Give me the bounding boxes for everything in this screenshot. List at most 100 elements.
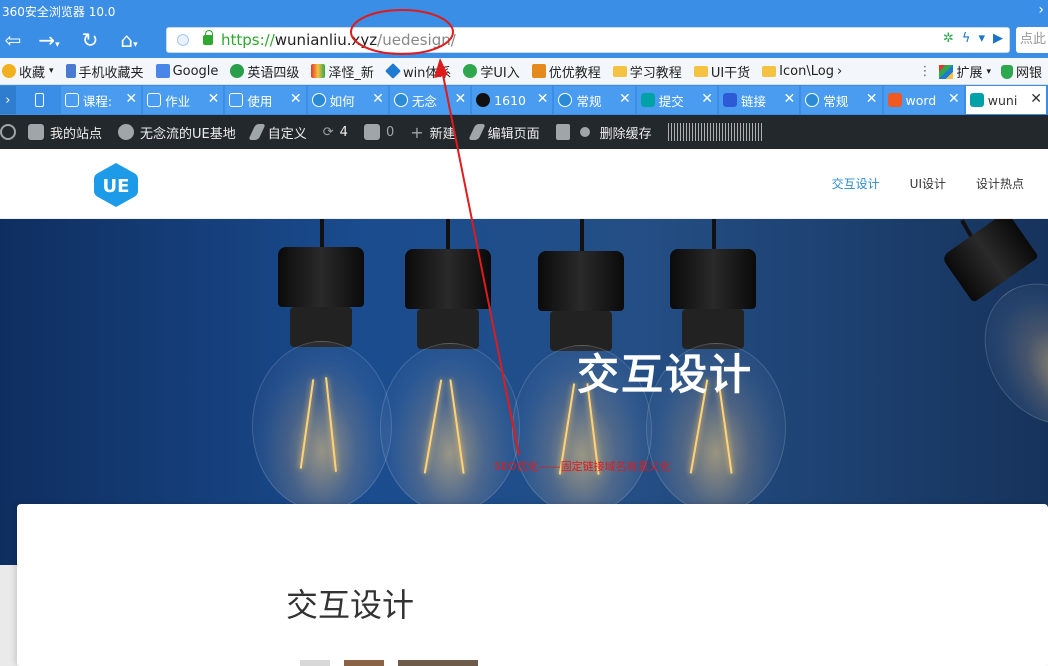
tab-label: 1610	[494, 92, 526, 108]
tab-label: 链接	[740, 93, 766, 109]
chevron-down-icon[interactable]: ▾	[986, 67, 991, 77]
close-icon[interactable]: ✕	[454, 91, 466, 107]
site-header: UE 交互设计 UI设计 设计热点	[0, 149, 1048, 219]
more-icon[interactable]: ⋮	[918, 64, 931, 79]
site-name-menu[interactable]: 无念流的UE基地	[118, 123, 236, 142]
updates-link[interactable]: ⟳ 4	[323, 125, 348, 140]
nav-design-hotspots[interactable]: 设计热点	[976, 175, 1024, 192]
nav-interaction-design[interactable]: 交互设计	[832, 175, 880, 192]
phone-icon	[65, 64, 76, 78]
close-icon[interactable]: ✕	[619, 91, 631, 107]
tab[interactable]: 无念 ✕	[389, 86, 471, 114]
search-input[interactable]: 点此	[1016, 27, 1048, 53]
bookmark-item[interactable]: 英语四级	[230, 62, 299, 81]
tab-label: 使用	[247, 93, 273, 109]
tab-site-icon	[229, 93, 244, 107]
tab[interactable]: 链接 ✕	[718, 86, 800, 114]
tab[interactable]: 常规 ✕	[801, 86, 882, 114]
bookmark-item[interactable]: 优优教程	[531, 62, 601, 81]
tab-label: 课程:	[82, 93, 113, 109]
bookmark-favorites[interactable]: 收藏 ▾	[2, 62, 54, 81]
thumbnail[interactable]	[398, 660, 478, 666]
tab-label: word	[905, 92, 937, 108]
tab[interactable]: 使用 ✕	[225, 86, 306, 114]
refresh-status-icon[interactable]: ✲	[943, 31, 954, 46]
nav-ui-design[interactable]: UI设计	[910, 175, 946, 192]
ue-icon	[558, 93, 573, 107]
close-icon[interactable]: ✕	[1030, 91, 1042, 107]
tab-strip: › 课程: ✕ 作业 ✕ 使用 ✕ 如何 ✕ 无念 ✕ 1610 ✕ 常规 ✕ 提交 ✕ 链接 ✕…	[0, 85, 1048, 115]
site-logo[interactable]: UE	[92, 161, 140, 209]
bookmark-label: 英语四级	[247, 65, 300, 81]
clear-cache-link[interactable]: 删除缓存	[600, 123, 652, 142]
chevron-down-icon[interactable]: ▾	[978, 31, 985, 46]
wordpress-logo[interactable]	[0, 124, 16, 140]
home-button[interactable]: ⌂▾	[112, 28, 146, 52]
yoast-seo-menu[interactable]	[555, 124, 590, 140]
updates-count: 4	[339, 124, 348, 140]
back-button[interactable]: ⇦	[2, 28, 24, 52]
mobile-tab-icon[interactable]	[22, 86, 57, 114]
close-icon[interactable]: ✕	[372, 91, 384, 107]
tab[interactable]: word ✕	[883, 86, 964, 114]
it-icon	[887, 93, 902, 107]
tab[interactable]: 课程: ✕	[60, 86, 142, 114]
browser-toolbar: ⇦ →▾ ↻ ⌂▾ https://wunianliu.xyz/uedesign…	[0, 22, 1048, 58]
bookmark-item[interactable]: win体系	[385, 62, 451, 81]
thumbnail[interactable]	[300, 660, 330, 666]
go-icon[interactable]: ▶	[993, 31, 1003, 46]
my-sites-menu[interactable]: 我的站点	[28, 123, 102, 142]
hero-title: 交互设计	[577, 350, 754, 399]
forward-button[interactable]: →▾	[34, 28, 64, 52]
home-icon	[28, 124, 44, 140]
thumbnail[interactable]	[344, 660, 384, 666]
close-icon[interactable]: ✕	[125, 91, 137, 107]
new-content-menu[interactable]: + 新建	[410, 123, 455, 142]
close-icon[interactable]: ✕	[537, 91, 549, 107]
tab[interactable]: 如何 ✕	[307, 86, 388, 114]
chevron-right-icon[interactable]: ›	[1038, 2, 1044, 18]
url-path: /uedesign/	[377, 31, 456, 49]
close-icon[interactable]: ✕	[290, 91, 302, 107]
browser-title-bar: 360安全浏览器 10.0 ›	[0, 0, 1048, 22]
query-monitor-graph[interactable]	[667, 123, 762, 141]
wp-admin-bar: 我的站点 无念流的UE基地 自定义 ⟳ 4 0 + 新建 编辑页面 删除缓存	[0, 115, 1048, 149]
content-card	[17, 504, 1048, 666]
tiger-icon	[531, 64, 546, 78]
tab[interactable]: 提交 ✕	[636, 86, 717, 114]
bookmark-folder[interactable]: Icon\Log ›	[762, 64, 842, 79]
speed-icon[interactable]: ϟ	[962, 31, 971, 46]
bookmark-item[interactable]: 学UI入	[463, 62, 520, 81]
annotation-note: SEO优化——固定链接域名有意义化	[494, 460, 671, 473]
close-icon[interactable]: ✕	[866, 91, 878, 107]
ue-icon	[805, 93, 820, 107]
bookmark-item[interactable]: 手机收藏夹	[65, 62, 144, 81]
reload-button[interactable]: ↻	[78, 28, 102, 52]
bookmark-item[interactable]: Google	[155, 64, 218, 79]
bookmark-folder[interactable]: 学习教程	[612, 62, 682, 81]
tab-label: 无念	[411, 93, 437, 109]
bank-button[interactable]: 网银	[1016, 62, 1042, 81]
address-bar[interactable]: https://wunianliu.xyz/uedesign/ ✲ ϟ ▾ ▶	[166, 27, 1010, 53]
edit-page-link[interactable]: 编辑页面	[467, 123, 540, 142]
close-icon[interactable]: ✕	[948, 91, 960, 107]
bookmark-folder[interactable]: UI干货	[693, 62, 750, 81]
close-icon[interactable]: ✕	[784, 91, 796, 107]
customize-link[interactable]: 自定义	[248, 123, 307, 142]
brush-icon	[248, 124, 266, 140]
extensions-button[interactable]: 扩展	[956, 62, 982, 81]
tab-active[interactable]: wuni ✕	[965, 86, 1047, 114]
tab[interactable]: 常规 ✕	[554, 86, 635, 114]
close-icon[interactable]: ✕	[208, 91, 220, 107]
site-name-label: 无念流的UE基地	[140, 126, 236, 142]
close-icon[interactable]: ✕	[701, 91, 713, 107]
tab-label: 提交	[658, 93, 684, 109]
comments-link[interactable]: 0	[363, 124, 394, 140]
bookmark-item[interactable]: 泽怪_新	[311, 62, 374, 81]
url-text[interactable]: https://wunianliu.xyz/uedesign/	[221, 31, 456, 49]
bing-icon	[969, 93, 984, 107]
tab[interactable]: 1610 ✕	[472, 86, 553, 114]
comment-icon	[363, 124, 380, 140]
tab[interactable]: 作业 ✕	[143, 86, 224, 114]
tab-scroll-left-icon[interactable]: ›	[0, 86, 16, 114]
